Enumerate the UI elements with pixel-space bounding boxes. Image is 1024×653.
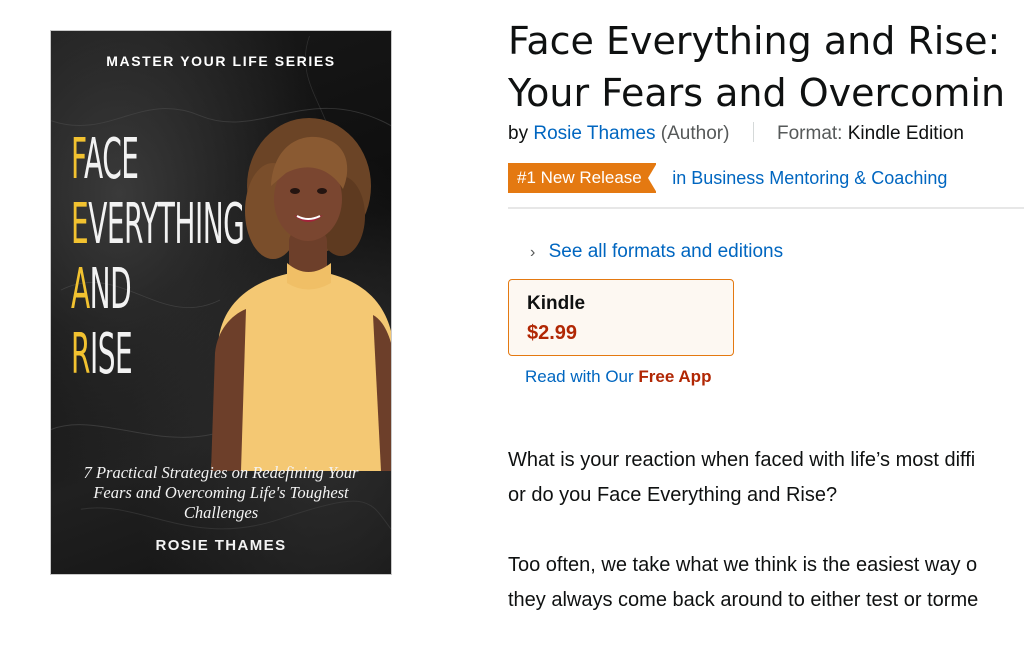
author-link[interactable]: Rosie Thames [533, 123, 655, 144]
product-description: What is your reaction when faced with li… [508, 443, 1024, 653]
format-option-price: $2.99 [527, 322, 578, 344]
cover-series: MASTER YOUR LIFE SERIES [106, 53, 336, 69]
book-cover-image[interactable]: MASTER YOUR LIFE SERIES FACE EVERYTHING … [50, 30, 392, 575]
new-release-badge[interactable]: #1 New Release [508, 163, 657, 193]
product-title: Face Everything and Rise: Your Fears and… [508, 19, 1006, 115]
author-portrait [211, 118, 391, 471]
byline: by Rosie Thames (Author) Format: Kindle … [508, 122, 964, 145]
description-paragraph: What is your reaction when faced with li… [508, 449, 976, 506]
description-paragraph: Too often, we take what we think is the … [508, 554, 979, 611]
format-value: Kindle Edition [847, 123, 964, 144]
see-all-formats-label: See all formats and editions [548, 241, 784, 262]
cover-author: ROSIE THAMES [155, 537, 287, 554]
author-role: (Author) [660, 123, 730, 144]
read-with-free-app-link[interactable]: Read with Our Free App [525, 367, 711, 387]
free-app-label: Free App [638, 367, 712, 386]
format-label: Format: [777, 123, 843, 144]
cover-title-line: RISE [71, 322, 133, 387]
cover-title-line: FACE [71, 127, 139, 192]
cover-title-line: EVERYTHING [71, 192, 245, 257]
see-all-formats-link[interactable]: › See all formats and editions [530, 241, 783, 263]
cover-subtitle: 7 Practical Strategies on Redefining You… [83, 463, 359, 522]
read-with-label: Read with Our [525, 367, 634, 386]
byline-divider [752, 122, 754, 142]
chevron-right-icon: › [530, 244, 536, 261]
bestseller-badge-row: #1 New Release in Business Mentoring & C… [508, 163, 947, 193]
by-label: by [508, 123, 529, 144]
cover-title: FACE EVERYTHING AND RISE [71, 127, 245, 391]
cover-title-line: AND [71, 257, 132, 322]
badge-category-link[interactable]: in Business Mentoring & Coaching [672, 168, 947, 189]
format-option-name: Kindle [527, 293, 586, 314]
format-option-kindle[interactable]: Kindle $2.99 [508, 279, 734, 356]
divider [508, 207, 1024, 209]
